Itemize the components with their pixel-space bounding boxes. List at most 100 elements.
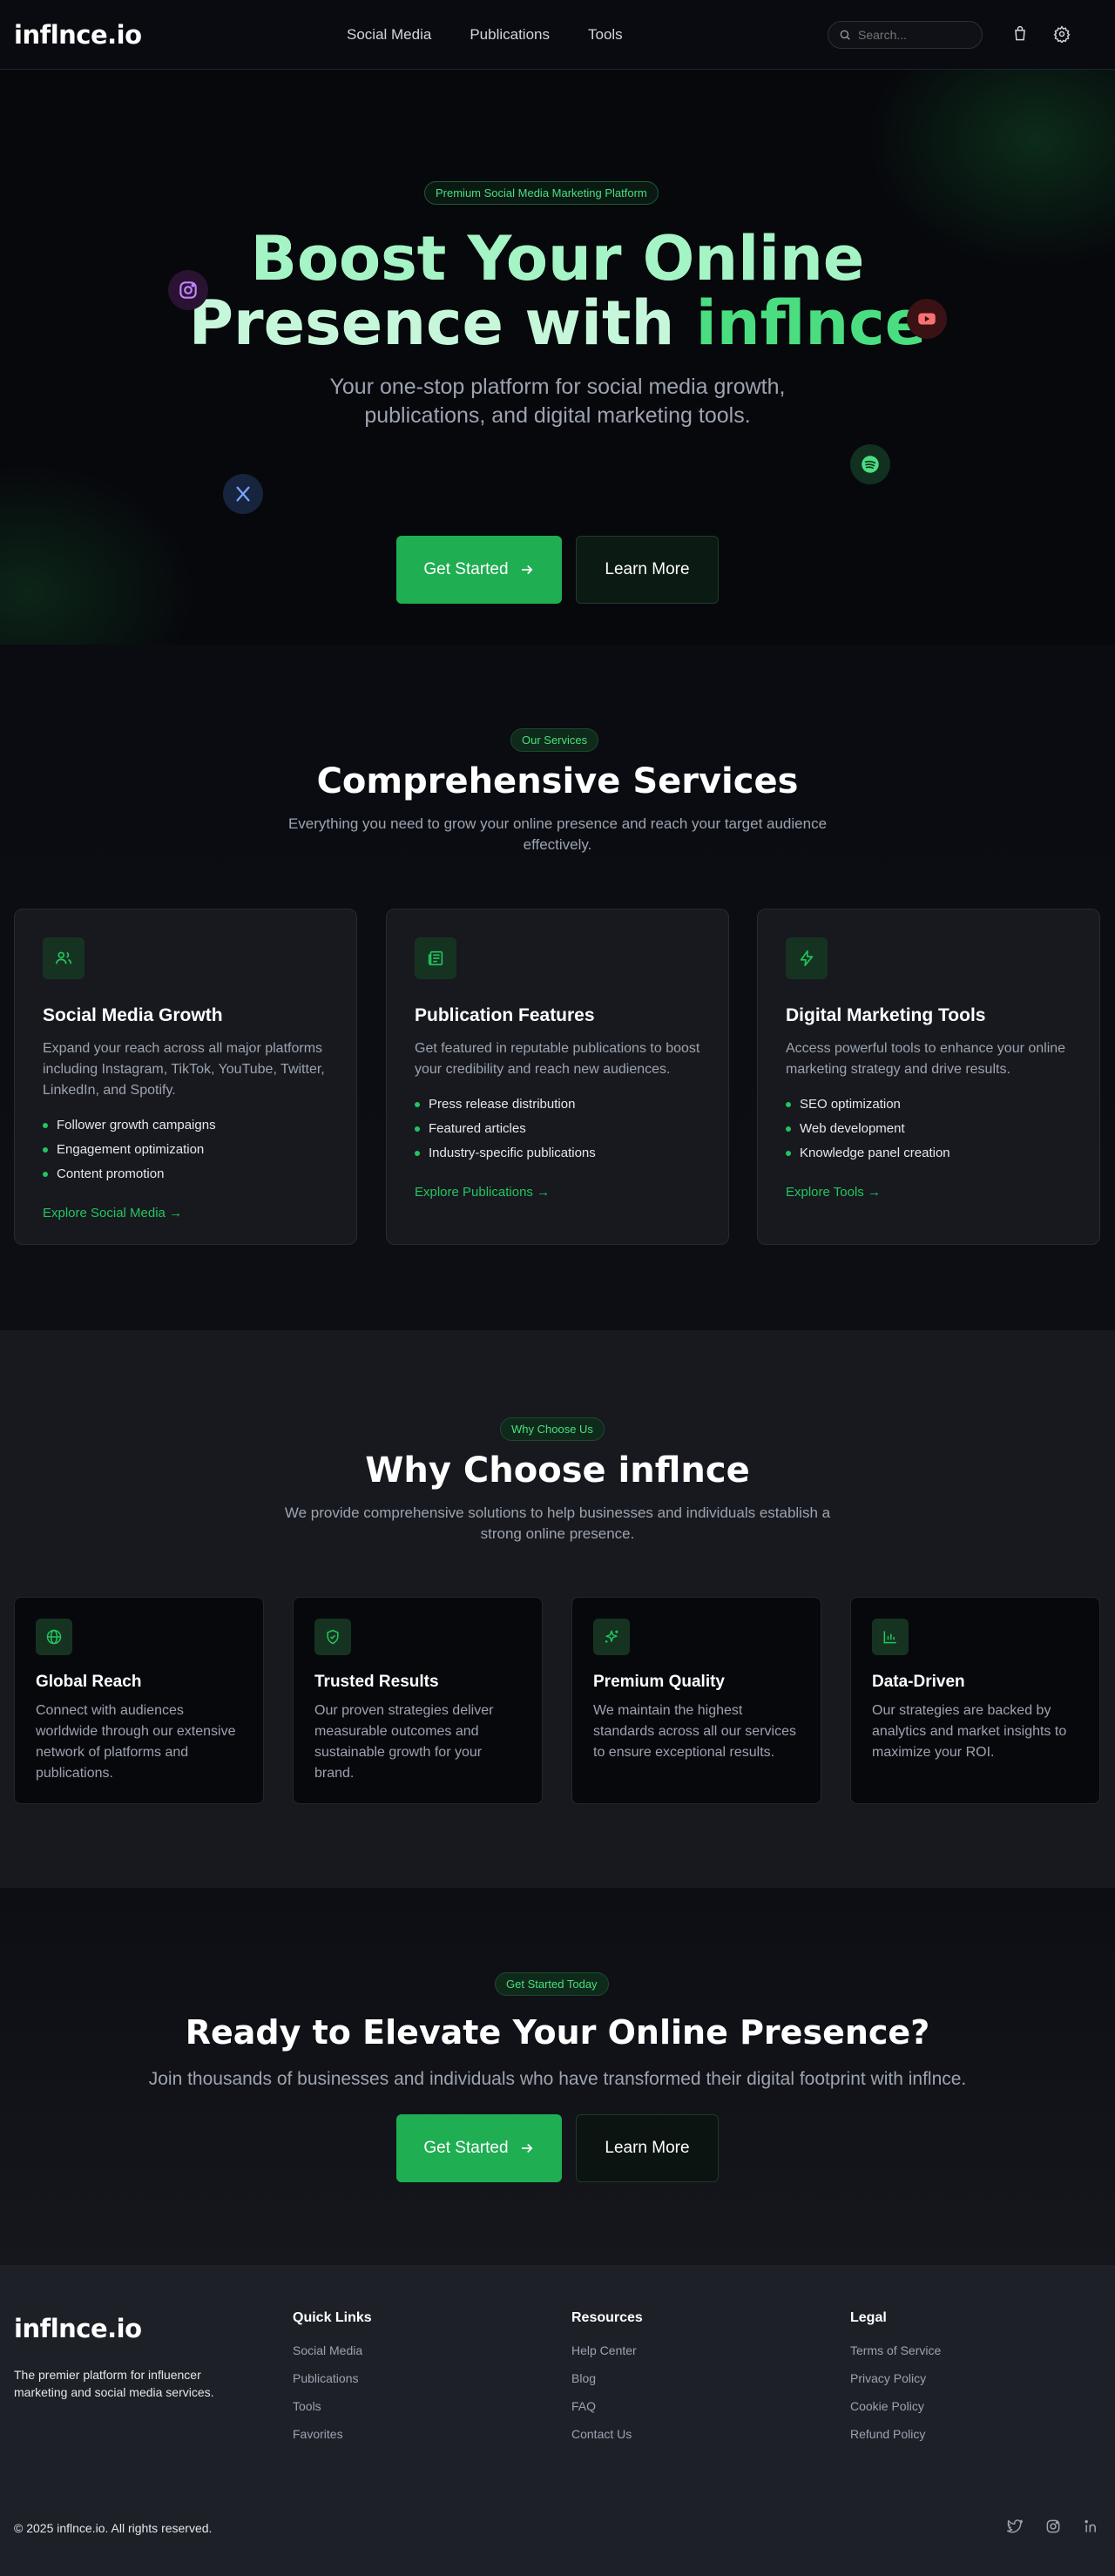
feature-label: SEO optimization [800, 1097, 901, 1112]
feature-item: SEO optimization [786, 1092, 1071, 1117]
bullet-icon [415, 1126, 420, 1132]
cta-get-started-label: Get Started [423, 2139, 509, 2157]
copyright: © 2025 inflnce.io. All rights reserved. [14, 2521, 213, 2535]
newspaper-icon [415, 937, 456, 979]
bullet-icon [786, 1151, 791, 1156]
hero-title-prefix: Presence with [188, 287, 696, 359]
feature-item: Content promotion [43, 1162, 328, 1187]
why-subtitle-line1: We provide comprehensive solutions to he… [284, 1504, 831, 1521]
footer-link-faq[interactable]: FAQ [571, 2399, 643, 2413]
bullet-icon [43, 1172, 48, 1177]
feature-item: Featured articles [415, 1117, 700, 1141]
feature-label: Content promotion [57, 1166, 165, 1181]
footer-link-terms[interactable]: Terms of Service [850, 2343, 941, 2357]
feature-title: Data-Driven [872, 1673, 965, 1691]
bullet-icon [43, 1123, 48, 1128]
services-subtitle: Everything you need to grow your online … [279, 814, 836, 855]
feature-title: Trusted Results [314, 1673, 439, 1691]
nav-social-media[interactable]: Social Media [347, 26, 431, 44]
hero-badge: Premium Social Media Marketing Platform [424, 181, 659, 205]
feature-label: Follower growth campaigns [57, 1118, 216, 1132]
feature-card-global-reach: Global Reach Connect with audiences worl… [14, 1597, 264, 1804]
feature-card-premium-quality: Premium Quality We maintain the highest … [571, 1597, 821, 1804]
cta-section: Get Started Today Ready to Elevate Your … [0, 1888, 1115, 2265]
learn-more-label: Learn More [605, 560, 690, 578]
hero-title-brand: inflnce [695, 287, 927, 359]
feature-item: Knowledge panel creation [786, 1141, 1071, 1166]
footer-link-favorites[interactable]: Favorites [293, 2427, 372, 2441]
feature-description: We maintain the highest standards across… [593, 1703, 796, 1760]
globe-icon [36, 1619, 72, 1655]
search-input[interactable] [858, 28, 971, 42]
learn-more-button[interactable]: Learn More [576, 536, 719, 604]
footer-col-title: Quick Links [293, 2310, 372, 2325]
feature-label: Press release distribution [429, 1097, 576, 1112]
linkedin-icon[interactable] [1083, 2518, 1100, 2535]
spotify-icon [850, 444, 890, 484]
card-title: Social Media Growth [43, 1005, 223, 1025]
explore-publications-link[interactable]: Explore Publications → [415, 1185, 550, 1200]
hero-title-line1: Boost Your Online [0, 226, 1115, 291]
cta-badge: Get Started Today [495, 1972, 609, 1996]
x-icon [223, 474, 263, 514]
twitter-icon[interactable] [1006, 2518, 1024, 2535]
instagram-icon[interactable] [1044, 2518, 1062, 2535]
bullet-icon [415, 1151, 420, 1156]
hero-subtitle-line2: publications, and digital marketing tool… [364, 403, 751, 428]
card-title: Digital Marketing Tools [786, 1005, 986, 1025]
footer-link-privacy[interactable]: Privacy Policy [850, 2371, 941, 2385]
feature-item: Engagement optimization [43, 1138, 328, 1162]
cta-subtitle: Join thousands of businesses and individ… [148, 2069, 967, 2089]
services-subtitle-line2: effectively. [523, 836, 592, 853]
get-started-button[interactable]: Get Started [396, 536, 562, 604]
footer-link-blog[interactable]: Blog [571, 2371, 643, 2385]
why-subtitle: We provide comprehensive solutions to he… [279, 1503, 836, 1545]
footer-link-cookie[interactable]: Cookie Policy [850, 2399, 941, 2413]
card-description: Get featured in reputable publications t… [415, 1041, 700, 1077]
explore-social-media-link[interactable]: Explore Social Media → [43, 1206, 182, 1220]
bullet-icon [415, 1102, 420, 1107]
explore-tools-link[interactable]: Explore Tools → [786, 1185, 881, 1200]
services-subtitle-line1: Everything you need to grow your online … [287, 815, 828, 832]
footer-link-help-center[interactable]: Help Center [571, 2343, 643, 2357]
footer-link-refund[interactable]: Refund Policy [850, 2427, 941, 2441]
feature-label: Engagement optimization [57, 1142, 205, 1157]
footer-col-quick-links: Quick Links Social Media Publications To… [293, 2310, 372, 2455]
main-nav: Social Media Publications Tools [347, 0, 661, 70]
footer-description: The premier platform for influencer mark… [14, 2368, 214, 2399]
feature-card-data-driven: Data-Driven Our strategies are backed by… [850, 1597, 1100, 1804]
footer-link-tools[interactable]: Tools [293, 2399, 372, 2413]
cta-get-started-button[interactable]: Get Started [396, 2114, 562, 2182]
feature-description: Our proven strategies deliver measurable… [314, 1703, 494, 1781]
nav-tools[interactable]: Tools [588, 26, 623, 44]
arrow-right-icon [521, 2143, 532, 2153]
gear-icon[interactable] [1052, 24, 1071, 44]
site-logo[interactable]: inflnce.io [14, 20, 142, 50]
why-section: Why Choose Us Why Choose inflnce We prov… [0, 1330, 1115, 1888]
why-title: Why Choose inflnce [365, 1450, 750, 1491]
feature-description: Our strategies are backed by analytics a… [872, 1703, 1067, 1760]
feature-description: Connect with audiences worldwide through… [36, 1703, 236, 1781]
nav-publications[interactable]: Publications [470, 26, 550, 44]
search-box[interactable] [828, 21, 983, 49]
feature-label: Industry-specific publications [429, 1146, 596, 1160]
service-card-social-media: Social Media Growth Expand your reach ac… [14, 909, 357, 1245]
card-description: Access powerful tools to enhance your on… [786, 1041, 1066, 1077]
search-icon [840, 30, 850, 40]
cart-icon[interactable] [1010, 24, 1030, 44]
hero-subtitle-line1: Your one-stop platform for social media … [329, 375, 786, 399]
card-title: Publication Features [415, 1005, 595, 1025]
cta-learn-more-button[interactable]: Learn More [576, 2114, 719, 2182]
feature-label: Featured articles [429, 1121, 526, 1136]
hero-title-line2: Presence with inflnce [0, 291, 1115, 355]
footer-col-resources: Resources Help Center Blog FAQ Contact U… [571, 2310, 643, 2455]
footer-logo[interactable]: inflnce.io [14, 2314, 142, 2343]
card-description: Expand your reach across all major platf… [43, 1041, 325, 1098]
footer-link-social-media[interactable]: Social Media [293, 2343, 372, 2357]
footer-link-publications[interactable]: Publications [293, 2371, 372, 2385]
footer-link-contact[interactable]: Contact Us [571, 2427, 643, 2441]
hero-section: Premium Social Media Marketing Platform … [0, 70, 1115, 645]
why-badge: Why Choose Us [500, 1417, 605, 1441]
site-header: inflnce.io Social Media Publications Too… [0, 0, 1115, 70]
bullet-icon [786, 1126, 791, 1132]
